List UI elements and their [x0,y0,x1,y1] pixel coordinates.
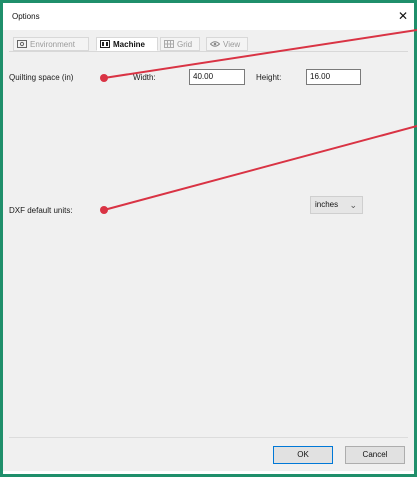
height-label: Height: [256,73,282,82]
chevron-down-icon: ⌄ [349,200,357,210]
machine-icon [100,39,110,48]
tab-view-label: View [223,40,241,49]
eye-icon [209,39,221,47]
cancel-button[interactable]: Cancel [345,446,405,464]
dialog-body: Environment Machine Grid View Quilting s… [3,30,414,471]
environment-icon [17,39,27,48]
dxf-units-select[interactable]: inches ⌄ [310,196,363,214]
tab-view[interactable]: View [206,37,248,51]
grid-icon [164,39,174,48]
width-field[interactable]: 40.00 [189,69,245,85]
quilting-space-label: Quilting space (in) [9,73,74,82]
title-bar: Options ✕ [3,3,414,30]
tab-grid-label: Grid [177,40,193,49]
machine-panel: Quilting space (in) Width: 40.00 Height:… [9,51,408,439]
tab-environment-label: Environment [30,40,75,49]
close-icon[interactable]: ✕ [398,9,408,23]
height-field[interactable]: 16.00 [306,69,361,85]
dxf-units-label: DXF default units: [9,206,73,215]
footer-divider [9,437,408,438]
dxf-units-value: inches [315,200,339,209]
tab-grid[interactable]: Grid [160,37,200,51]
tab-machine-label: Machine [113,40,146,49]
width-label: Width: [133,73,156,82]
ok-button[interactable]: OK [273,446,333,464]
tab-machine[interactable]: Machine [96,37,158,51]
tab-environment[interactable]: Environment [13,37,89,51]
window-title: Options [12,12,40,21]
